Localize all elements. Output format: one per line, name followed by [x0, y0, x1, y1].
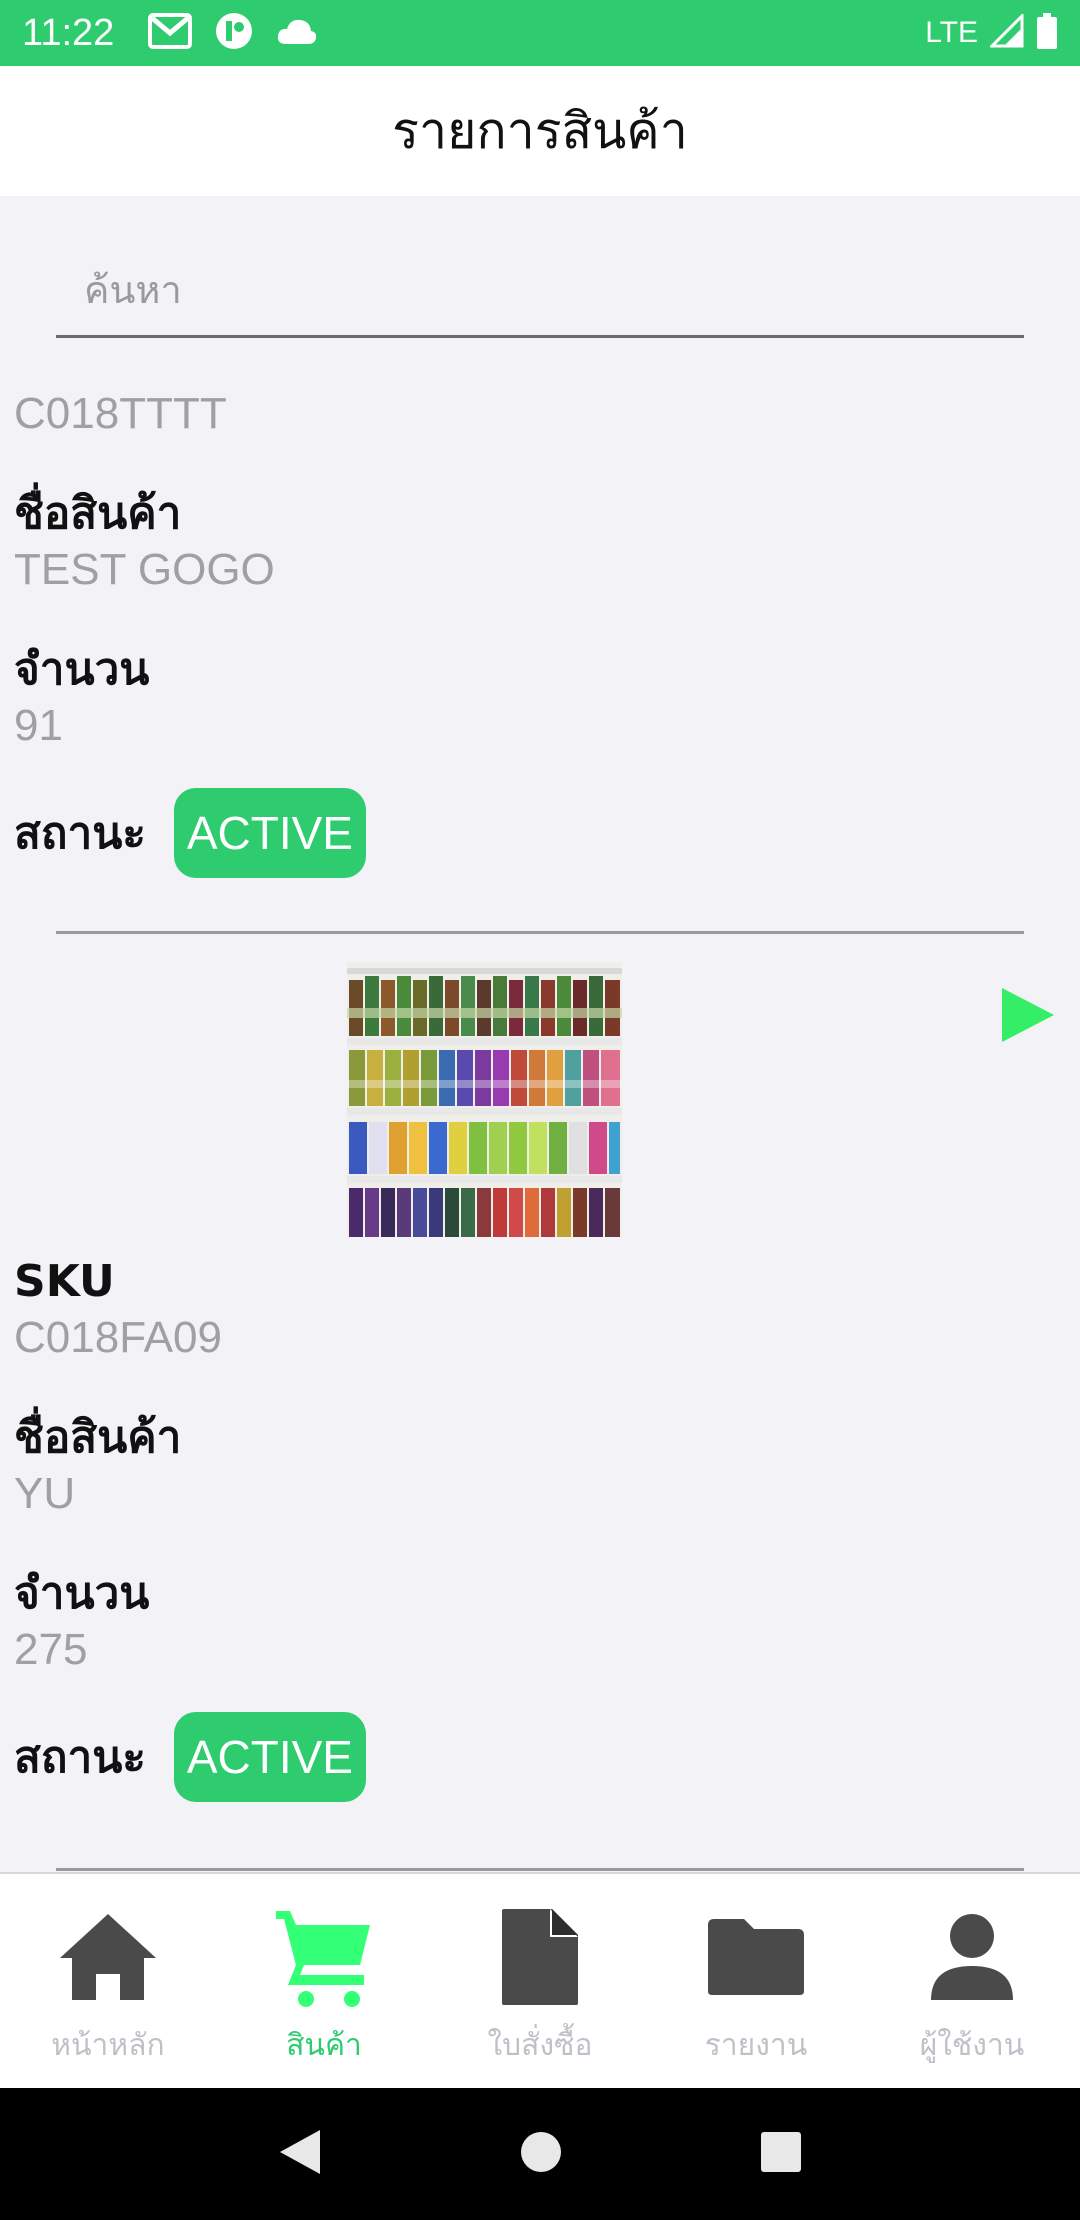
play-icon[interactable]: [998, 986, 1056, 1044]
qty-value: 91: [14, 701, 63, 750]
nav-label: ผู้ใช้งาน: [919, 2028, 1025, 2063]
home-button-icon[interactable]: [519, 2130, 563, 2178]
cloud-icon: [276, 16, 318, 50]
status-row: สถานะ ACTIVE: [0, 1712, 1080, 1802]
nav-item-products[interactable]: สินค้า: [216, 1874, 432, 2088]
status-badge: ACTIVE: [173, 788, 366, 878]
nav-item-orders[interactable]: ใบสั่งซื้อ: [432, 1874, 648, 2088]
nav-label: รายงาน: [704, 2028, 808, 2063]
screen: 11:22 LTE รายการสินค้า ค้นหา C018TTTT ชื…: [0, 0, 1080, 2220]
name-label: ชื่อสินค้า: [14, 1412, 182, 1463]
status-label: สถานะ: [14, 808, 146, 859]
nav-item-home[interactable]: หน้าหลัก: [0, 1874, 216, 2088]
back-icon[interactable]: [278, 2128, 322, 2180]
product-card[interactable]: SKU C018FA09 ชื่อสินค้า YU จำนวน 275 สถา…: [0, 1254, 1080, 1802]
name-value: YU: [14, 1469, 76, 1518]
signal-icon: [988, 12, 1024, 52]
product-card[interactable]: C018TTTT ชื่อสินค้า TEST GOGO จำนวน 91 ส…: [0, 386, 1080, 878]
document-icon: [485, 1902, 595, 2012]
home-icon: [53, 1902, 163, 2012]
status-row: สถานะ ACTIVE: [0, 788, 1080, 878]
nav-item-user[interactable]: ผู้ใช้งาน: [864, 1874, 1080, 2088]
nav-label: ใบสั่งซื้อ: [487, 2028, 593, 2063]
page-title: รายการสินค้า: [392, 101, 688, 160]
sku-label: SKU: [14, 1256, 115, 1307]
product-image: [347, 962, 622, 1237]
bottom-nav: หน้าหลัก สินค้า ใบสั่งซื้อ รายงาน ผู้ใช้…: [0, 1872, 1080, 2088]
cart-icon: [269, 1902, 379, 2012]
battery-icon: [1036, 13, 1058, 53]
name-label: ชื่อสินค้า: [14, 488, 182, 539]
user-icon: [917, 1902, 1027, 2012]
qty-label: จำนวน: [14, 644, 150, 695]
nav-label: สินค้า: [286, 2028, 362, 2063]
status-time: 11:22: [22, 11, 115, 54]
nav-item-reports[interactable]: รายงาน: [648, 1874, 864, 2088]
sku-value: C018FA09: [14, 1313, 222, 1362]
name-value: TEST GOGO: [14, 545, 275, 594]
folder-icon: [701, 1902, 811, 2012]
search-input[interactable]: [56, 246, 1024, 334]
search-bar: [56, 246, 1024, 338]
status-badge: ACTIVE: [173, 1712, 366, 1802]
divider: [56, 1868, 1024, 1871]
status-bar: 11:22 LTE: [0, 0, 1080, 66]
sku-value: C018TTTT: [14, 389, 227, 438]
gmail-icon: [148, 13, 193, 53]
qty-label: จำนวน: [14, 1568, 150, 1619]
nav-label: หน้าหลัก: [51, 2028, 165, 2063]
network-type: LTE: [925, 16, 978, 49]
status-label: สถานะ: [14, 1732, 146, 1783]
qty-value: 275: [14, 1625, 88, 1674]
app-notification-icon: [214, 11, 254, 55]
recents-icon[interactable]: [760, 2131, 802, 2177]
system-nav-bar: [0, 2088, 1080, 2220]
app-header: รายการสินค้า: [0, 66, 1080, 196]
product-list[interactable]: C018TTTT ชื่อสินค้า TEST GOGO จำนวน 91 ส…: [0, 196, 1080, 1872]
divider: [56, 931, 1024, 934]
